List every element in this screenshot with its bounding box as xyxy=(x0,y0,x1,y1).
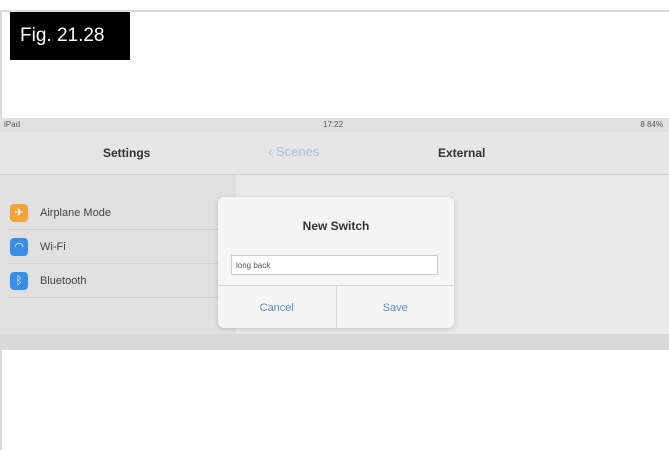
airplane-icon: ✈ xyxy=(10,203,28,222)
settings-row-bluetooth[interactable]: ᛒ Bluetooth xyxy=(8,264,228,298)
settings-row-label: Bluetooth xyxy=(40,274,87,287)
wifi-icon: ◠ xyxy=(10,237,28,256)
dialog-title: New Switch xyxy=(302,219,370,233)
status-time: 17:22 xyxy=(323,120,344,129)
bottom-strip xyxy=(0,334,669,350)
new-switch-dialog: New Switch Cancel Save xyxy=(218,197,454,329)
chevron-left-icon: ‹ xyxy=(268,144,276,159)
page-title: External xyxy=(438,146,486,160)
back-button[interactable]: ‹ Scenes xyxy=(268,144,319,159)
cancel-button[interactable]: Cancel xyxy=(218,286,337,329)
save-button[interactable]: Save xyxy=(337,286,455,329)
settings-list: ✈ Airplane Mode ◠ Wi-Fi ᛒ Bluetooth xyxy=(8,196,228,298)
status-battery: 8 84% xyxy=(640,120,663,129)
ipad-screenshot: iPad 17:22 8 84% Settings ‹ Scenes Exter… xyxy=(0,118,669,350)
nav-bar: Settings ‹ Scenes External xyxy=(0,132,669,175)
settings-row-label: Wi-Fi xyxy=(40,240,66,253)
settings-row-label: Airplane Mode xyxy=(40,206,111,219)
back-button-label: Scenes xyxy=(275,144,320,159)
settings-row-wifi[interactable]: ◠ Wi-Fi xyxy=(8,230,228,264)
settings-title: Settings xyxy=(103,146,151,160)
settings-row-airplane-mode[interactable]: ✈ Airplane Mode xyxy=(8,196,228,230)
dialog-button-row: Cancel Save xyxy=(218,285,454,329)
switch-name-input[interactable] xyxy=(231,255,438,275)
status-bar: iPad 17:22 8 84% xyxy=(0,118,669,132)
bluetooth-icon: ᛒ xyxy=(10,271,28,290)
figure-label: Fig. 21.28 xyxy=(10,12,130,60)
status-device: iPad xyxy=(4,120,21,129)
